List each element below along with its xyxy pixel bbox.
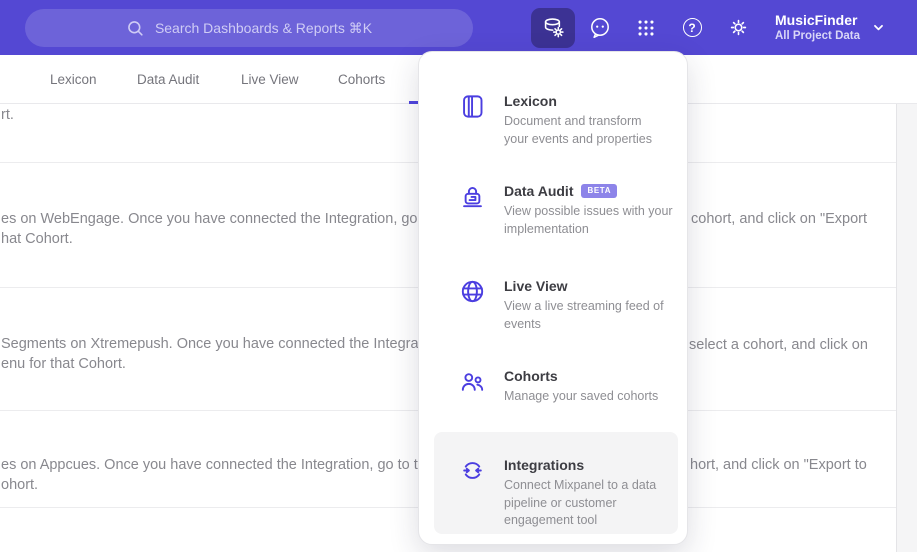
search-input[interactable]: Search Dashboards & Reports ⌘K bbox=[25, 9, 473, 47]
menu-item-title: Cohorts bbox=[504, 368, 558, 384]
search-placeholder: Search Dashboards & Reports ⌘K bbox=[154, 19, 373, 36]
menu-item-integrations[interactable]: Integrations Connect Mixpanel to a data … bbox=[434, 432, 678, 534]
menu-item-title: Live View bbox=[504, 278, 568, 294]
menu-item-description: Connect Mixpanel to a data pipeline or c… bbox=[504, 478, 657, 527]
row-text: ohort. bbox=[1, 477, 39, 493]
scrollbar-gutter[interactable] bbox=[896, 104, 917, 552]
lexicon-book-icon bbox=[459, 92, 486, 148]
search-icon bbox=[126, 19, 145, 38]
help-button[interactable]: ? bbox=[669, 8, 715, 48]
settings-button[interactable] bbox=[715, 8, 761, 48]
tab-live-view[interactable]: Live View bbox=[241, 72, 299, 87]
data-audit-lock-icon bbox=[459, 182, 486, 238]
people-icon bbox=[459, 367, 486, 406]
row-text: enu for that Cohort. bbox=[1, 356, 126, 372]
menu-item-title: Lexicon bbox=[504, 93, 557, 109]
project-name: MusicFinder bbox=[775, 11, 858, 28]
project-scope: All Project Data bbox=[775, 29, 860, 42]
data-management-button[interactable] bbox=[531, 7, 575, 48]
top-navigation-bar: Search Dashboards & Reports ⌘K ? MusicFi… bbox=[0, 0, 917, 55]
database-gear-icon bbox=[541, 15, 566, 40]
row-text: hat Cohort. bbox=[1, 231, 73, 247]
row-text: cohort, and click on "Export bbox=[691, 211, 868, 227]
tab-cohorts[interactable]: Cohorts bbox=[338, 72, 385, 87]
gear-icon bbox=[727, 16, 750, 39]
tab-lexicon[interactable]: Lexicon bbox=[50, 72, 97, 87]
app-window: rt. es on WebEngage. Once you have conne… bbox=[0, 0, 917, 552]
question-mark-icon: ? bbox=[682, 18, 702, 37]
menu-item-description: Manage your saved cohorts bbox=[504, 389, 659, 403]
topbar-actions: ? MusicFinder All Project Data bbox=[531, 0, 885, 55]
data-management-dropdown: Lexicon Document and transform your even… bbox=[418, 51, 688, 545]
menu-item-integrations-content: Integrations Connect Mixpanel to a data … bbox=[459, 456, 679, 530]
menu-item-title: Data Audit BETA bbox=[504, 182, 679, 200]
menu-item-description: View a live streaming feed of events bbox=[504, 299, 664, 331]
menu-item-live-view[interactable]: Live View View a live streaming feed of … bbox=[459, 277, 679, 333]
row-text: es on WebEngage. Once you have connected… bbox=[1, 211, 458, 227]
project-switcher[interactable]: MusicFinder All Project Data bbox=[775, 12, 885, 44]
chevron-down-icon bbox=[872, 21, 885, 34]
tab-data-audit[interactable]: Data Audit bbox=[137, 72, 199, 87]
menu-item-description: View possible issues with your implement… bbox=[504, 204, 673, 236]
menu-item-cohorts[interactable]: Cohorts Manage your saved cohorts bbox=[459, 367, 679, 406]
row-text: rt. bbox=[1, 107, 14, 123]
row-text: hort, and click on "Export to bbox=[690, 457, 867, 473]
chat-smiley-icon bbox=[588, 16, 612, 40]
row-text: select a cohort, and click on bbox=[689, 337, 868, 353]
menu-item-data-audit[interactable]: Data Audit BETA View possible issues wit… bbox=[459, 182, 679, 238]
row-text: es on Appcues. Once you have connected t… bbox=[1, 457, 450, 473]
row-text: Segments on Xtremepush. Once you have co… bbox=[1, 336, 446, 352]
beta-badge: BETA bbox=[581, 184, 618, 198]
sync-arrows-icon bbox=[459, 456, 486, 530]
feedback-button[interactable] bbox=[577, 8, 623, 48]
menu-item-description: Document and transform your events and p… bbox=[504, 114, 653, 146]
apps-grid-button[interactable] bbox=[623, 8, 669, 48]
menu-item-title: Integrations bbox=[504, 457, 585, 473]
globe-icon bbox=[459, 277, 486, 333]
grid-dots-icon bbox=[635, 17, 657, 39]
menu-item-lexicon[interactable]: Lexicon Document and transform your even… bbox=[459, 92, 679, 148]
